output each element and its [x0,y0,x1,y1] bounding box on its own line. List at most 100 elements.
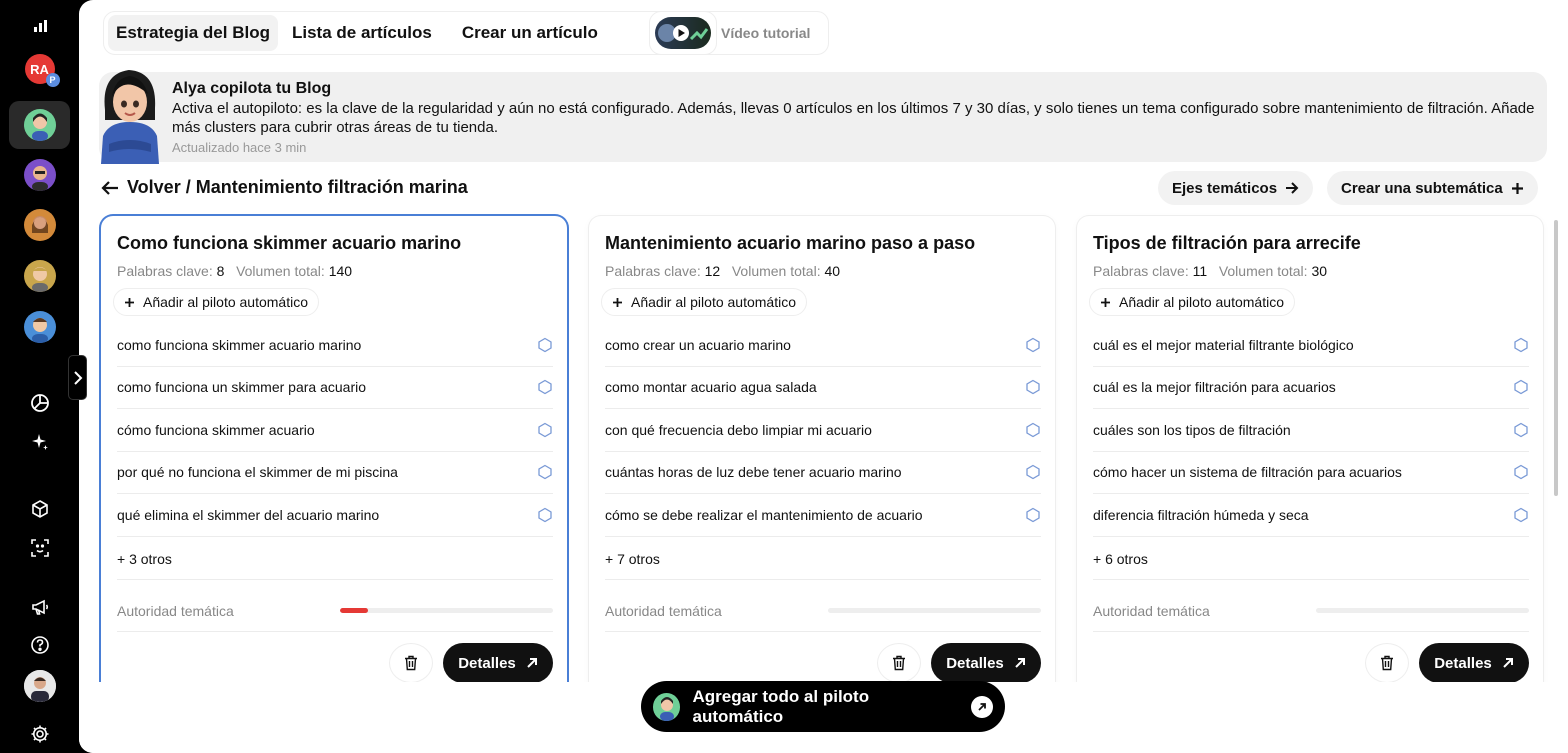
tab-crear-articulo[interactable]: Crear un artículo [454,15,606,51]
details-button[interactable]: Detalles [1419,643,1529,683]
add-all-autopilot-label: Agregar todo al piloto automático [692,686,870,726]
add-to-autopilot-button[interactable]: Añadir al piloto automático [113,288,319,316]
help-icon[interactable] [0,633,79,657]
details-label: Detalles [458,654,516,672]
banner-message: Activa el autopiloto: es la clave de la … [172,100,1535,136]
agent-avatar-2[interactable] [0,209,79,241]
keyword-row[interactable]: como funciona un skimmer para acuario [117,367,553,409]
keyword-row[interactable]: cómo hacer un sistema de filtración para… [1093,452,1529,494]
authority-bar [340,608,553,613]
topic-card[interactable]: Tipos de filtración para arrecife Palabr… [1077,216,1543,696]
hexagon-status-icon [1514,422,1528,438]
card-meta: Palabras clave: 12 Volumen total: 40 [605,263,840,279]
card-title: Mantenimiento acuario marino paso a paso [605,233,976,253]
keywords-count: 11 [1192,263,1208,279]
authority-label: Autoridad temática [1093,602,1210,619]
agent-avatar-3[interactable] [0,260,79,292]
volume-label: Volumen total: [1218,263,1308,279]
alya-avatar[interactable] [0,109,79,141]
hexagon-status-icon [538,507,552,523]
details-button[interactable]: Detalles [443,643,553,683]
crear-subtematica-button[interactable]: Crear una subtemática [1327,171,1538,205]
megaphone-icon[interactable] [0,595,79,619]
keyword-row[interactable]: diferencia filtración húmeda y seca [1093,494,1529,537]
hexagon-status-icon [1514,464,1528,480]
plus-icon [1101,297,1110,307]
authority-label: Autoridad temática [117,602,234,619]
details-label: Detalles [1434,654,1492,672]
keyword-row[interactable]: cuál es la mejor filtración para acuario… [1093,367,1529,409]
keyword-row[interactable]: con qué frecuencia debo limpiar mi acuar… [605,409,1041,452]
chevron-right-icon [73,370,82,385]
keyword-text: cómo funciona skimmer acuario [117,421,315,438]
video-tutorial-button[interactable]: Vídeo tutorial [649,11,829,55]
keyword-row[interactable]: cuáles son los tipos de filtración [1093,409,1529,452]
workspace-badge: P [45,73,60,87]
keyword-list: como crear un acuario marino como montar… [605,324,1041,537]
delete-button[interactable] [877,643,921,683]
details-button[interactable]: Detalles [931,643,1041,683]
delete-button[interactable] [1365,643,1409,683]
keyword-text: cómo se debe realizar el mantenimiento d… [605,506,923,523]
add-to-autopilot-button[interactable]: Añadir al piloto automático [1089,288,1295,316]
keyword-text: cuál es la mejor filtración para acuario… [1093,379,1336,396]
keyword-row[interactable]: cuántas horas de luz debe tener acuario … [605,452,1041,494]
tab-lista-articulos[interactable]: Lista de artículos [284,15,440,51]
details-label: Detalles [946,654,1004,672]
tab-bar: Estrategia del Blog Lista de artículos C… [103,11,717,55]
hexagon-status-icon [1514,337,1528,353]
keyword-row[interactable]: como crear un acuario marino [605,324,1041,367]
tab-estrategia[interactable]: Estrategia del Blog [108,15,278,51]
volume-value: 40 [824,263,841,279]
agent-avatar-1[interactable] [0,159,79,191]
keywords-count: 12 [704,263,721,279]
sparkle-icon[interactable] [0,430,79,454]
more-keywords-link[interactable]: + 7 otros [605,538,1041,580]
keywords-label: Palabras clave: [605,263,701,279]
alya-banner: Alya copilota tu Blog Activa el autopilo… [99,70,1547,164]
keyword-row[interactable]: como funciona skimmer acuario marino [117,324,553,367]
alya-avatar-small [653,692,681,721]
box-icon[interactable] [0,497,79,521]
delete-button[interactable] [389,643,433,683]
alya-illustration [95,60,165,164]
agent-avatar-4[interactable] [0,311,79,343]
keyword-row[interactable]: como montar acuario agua salada [605,367,1041,409]
workspace-avatar[interactable]: RA P [0,52,79,87]
keyword-text: como crear un acuario marino [605,336,791,353]
authority-row: Autoridad temática [1093,590,1529,632]
more-keywords-link[interactable]: + 6 otros [1093,538,1529,580]
topic-card[interactable]: Como funciona skimmer acuario marino Pal… [101,216,567,696]
keyword-row[interactable]: cuál es el mejor material filtrante biol… [1093,324,1529,367]
topic-card[interactable]: Mantenimiento acuario marino paso a paso… [589,216,1055,696]
keyword-text: cuál es el mejor material filtrante biol… [1093,336,1354,353]
keyword-text: como montar acuario agua salada [605,379,817,396]
settings-gear-icon[interactable] [0,722,79,746]
keyword-row[interactable]: por qué no funciona el skimmer de mi pis… [117,452,553,494]
keyword-row[interactable]: qué elimina el skimmer del acuario marin… [117,494,553,537]
scan-face-icon[interactable] [0,536,79,560]
main-panel: Estrategia del Blog Lista de artículos C… [79,0,1568,753]
autopilot-label: Añadir al piloto automático [631,294,796,310]
sidebar-expand-button[interactable] [68,355,87,400]
authority-label: Autoridad temática [605,602,722,619]
card-meta: Palabras clave: 11 Volumen total: 30 [1093,263,1327,279]
keyword-row[interactable]: cómo funciona skimmer acuario [117,409,553,452]
add-all-autopilot-button[interactable]: Agregar todo al piloto automático [641,681,1005,732]
hexagon-status-icon [538,379,552,395]
add-to-autopilot-button[interactable]: Añadir al piloto automático [601,288,807,316]
keyword-text: como funciona skimmer acuario marino [117,336,362,353]
more-keywords-link[interactable]: + 3 otros [117,538,553,580]
ejes-tematicos-button[interactable]: Ejes temáticos [1158,171,1314,205]
bar-chart-icon[interactable] [0,14,79,38]
video-tutorial-label: Vídeo tutorial [721,25,811,41]
authority-row: Autoridad temática [605,590,1041,632]
user-avatar[interactable] [0,670,79,702]
hexagon-status-icon [1514,507,1528,523]
vertical-scrollbar[interactable] [1554,220,1558,496]
keyword-text: diferencia filtración húmeda y seca [1093,506,1309,523]
hexagon-status-icon [1026,379,1040,395]
keyword-row[interactable]: cómo se debe realizar el mantenimiento d… [605,494,1041,537]
hexagon-status-icon [1514,379,1528,395]
back-breadcrumb[interactable]: Volver / Mantenimiento filtración marina [101,177,468,198]
